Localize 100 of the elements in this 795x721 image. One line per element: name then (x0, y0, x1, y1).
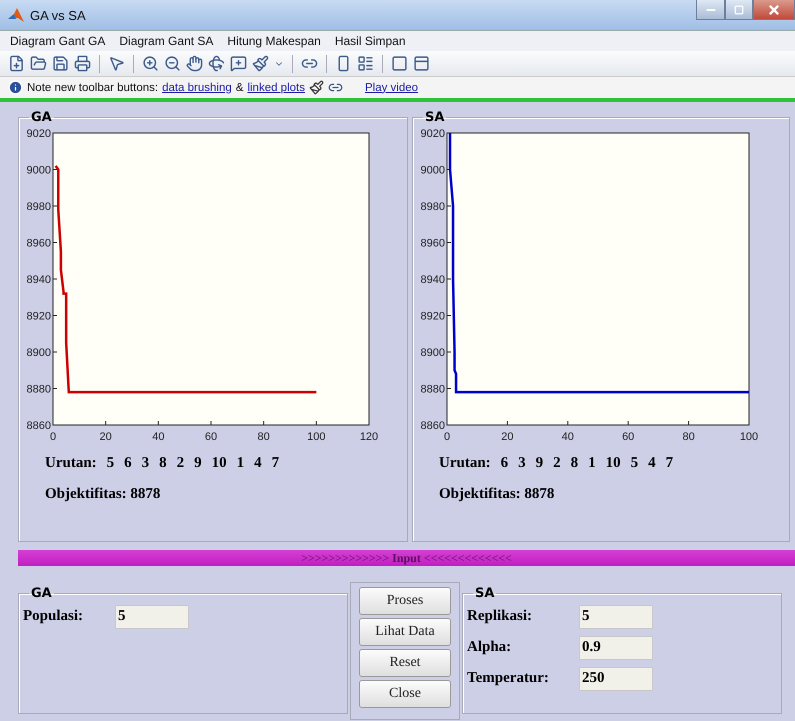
y-tick-label: 8960 (26, 238, 51, 250)
order-value: 9 (194, 455, 202, 472)
order-value: 1 (236, 455, 244, 472)
zoom-in-icon[interactable] (142, 55, 159, 72)
y-tick-label: 9000 (420, 164, 445, 176)
x-tick-label: 20 (100, 431, 112, 443)
info-link[interactable]: data brushing (162, 82, 232, 94)
panel-title: GA (30, 110, 53, 125)
input-field[interactable]: 250 (579, 666, 653, 690)
close-button[interactable] (753, 0, 795, 20)
menu-item[interactable]: Diagram Gant SA (119, 34, 214, 48)
y-tick-label: 9000 (26, 164, 51, 176)
y-tick-label: 9020 (26, 128, 51, 140)
square-icon[interactable] (391, 55, 408, 72)
y-tick-label: 8900 (26, 347, 51, 359)
y-tick-label: 8860 (420, 420, 445, 432)
brush-icon[interactable] (252, 55, 269, 72)
order-value: 5 (106, 455, 114, 472)
x-tick-label: 60 (622, 431, 634, 443)
objective-text: Objektifitas: 8878 (45, 486, 160, 503)
minimize-button[interactable] (696, 0, 725, 20)
y-tick-label: 8980 (420, 201, 445, 213)
order-value: 8 (159, 455, 167, 472)
order-value: 1 (588, 455, 596, 472)
action-button[interactable]: Reset (359, 649, 451, 677)
menu-item[interactable]: Hitung Makespan (227, 34, 321, 48)
info-icon (8, 80, 23, 95)
action-button[interactable]: Close (359, 680, 451, 708)
maximize-button[interactable] (725, 0, 753, 20)
x-tick-label: 100 (740, 431, 758, 443)
panel-icon[interactable] (413, 55, 430, 72)
order-value: 3 (142, 455, 150, 472)
panel-title: SA (424, 110, 446, 125)
order-value: 10 (212, 455, 227, 472)
data-cursor-icon[interactable] (230, 55, 247, 72)
order-value: 6 (500, 455, 508, 472)
field-label: Temperatur: (467, 670, 550, 687)
rotate-icon[interactable] (208, 55, 225, 72)
y-tick-label: 8940 (420, 274, 445, 286)
new-file-icon[interactable] (8, 55, 25, 72)
order-value: 3 (518, 455, 526, 472)
x-tick-label: 100 (307, 431, 326, 443)
menu-item[interactable]: Hasil Simpan (334, 34, 406, 48)
y-tick-label: 8920 (420, 310, 445, 322)
x-tick-label: 0 (50, 431, 56, 443)
hand-icon[interactable] (186, 55, 203, 72)
save-icon[interactable] (52, 55, 69, 72)
y-tick-label: 8860 (26, 420, 51, 432)
order-value: 6 (124, 455, 132, 472)
x-tick-label: 120 (360, 431, 378, 443)
input-field[interactable]: 5 (579, 604, 653, 628)
objective-text: Objektifitas: 8878 (439, 486, 554, 503)
order-value: 2 (176, 455, 184, 472)
order-value: 4 (254, 455, 262, 472)
close-icon (767, 2, 781, 16)
y-tick-label: 8880 (26, 384, 51, 396)
info-text: Note new toolbar buttons: (27, 82, 158, 94)
y-tick-label: 8880 (420, 384, 445, 396)
x-tick-label: 60 (204, 431, 218, 443)
order-value: 4 (648, 455, 656, 472)
order-value: 7 (666, 455, 674, 472)
y-tick-label: 8960 (420, 238, 445, 250)
field-label: Replikasi: (467, 608, 534, 625)
pointer-icon[interactable] (108, 55, 125, 72)
brush-icon (308, 80, 324, 95)
y-tick-label: 8920 (26, 310, 51, 322)
order-value: 9 (536, 455, 544, 472)
order-value: 10 (606, 455, 621, 472)
menu-item[interactable]: Diagram Gant GA (10, 34, 106, 48)
x-tick-label: 0 (444, 431, 450, 443)
info-text: & (236, 82, 244, 94)
order-value: 2 (553, 455, 561, 472)
x-tick-label: 40 (562, 431, 574, 443)
order-value: 8 (570, 455, 578, 472)
info-link[interactable]: linked plots (247, 82, 305, 94)
action-button[interactable]: Lihat Data (359, 618, 451, 646)
x-tick-label: 80 (682, 431, 695, 443)
input-field[interactable]: 0.9 (579, 636, 653, 660)
app-logo-icon (8, 7, 24, 23)
folder-icon[interactable] (30, 55, 47, 72)
banner-text: >>>>>>>>>>>>> Input <<<<<<<<<<<<< (301, 550, 512, 566)
input-field[interactable]: 5 (115, 604, 189, 628)
y-tick-label: 9020 (420, 128, 445, 140)
group-title: SA (474, 586, 496, 601)
info-link[interactable]: Play video (364, 82, 418, 94)
x-tick-label: 40 (152, 431, 164, 443)
x-tick-label: 80 (258, 431, 270, 443)
order-value: 5 (630, 455, 638, 472)
order-label: Urutan: (45, 455, 97, 472)
action-button[interactable]: Proses (359, 587, 451, 615)
print-icon[interactable] (74, 55, 91, 72)
zoom-out-icon[interactable] (164, 55, 181, 72)
y-tick-label: 8980 (26, 201, 51, 213)
maximize-icon (734, 4, 744, 14)
order-value: 7 (272, 455, 280, 472)
field-label: Alpha: (467, 639, 512, 656)
x-tick-label: 20 (501, 431, 514, 443)
legend-icon[interactable] (357, 55, 374, 72)
order-label: Urutan: (439, 455, 491, 472)
group-title: GA (30, 586, 53, 601)
